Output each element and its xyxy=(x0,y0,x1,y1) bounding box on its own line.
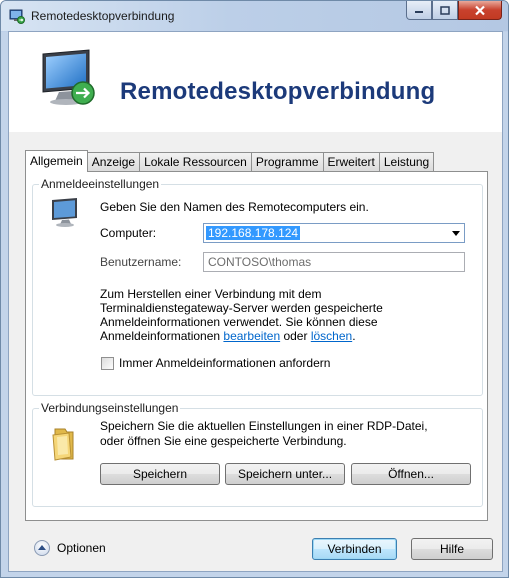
always-ask-checkbox[interactable] xyxy=(101,357,114,370)
logon-settings-group: Anmeldeeinstellungen Geben Sie den Namen… xyxy=(32,177,483,396)
username-label: Benutzername: xyxy=(100,255,182,269)
maximize-icon xyxy=(440,5,450,15)
tab-leistung[interactable]: Leistung xyxy=(378,152,435,171)
gateway-info-mid: oder xyxy=(280,329,311,343)
banner: Remotedesktopverbindung xyxy=(9,32,502,132)
tab-erweitert[interactable]: Erweitert xyxy=(322,152,380,171)
options-toggle-label[interactable]: Optionen xyxy=(57,541,106,556)
gateway-info-line-3: Anmeldeinformationen verwendet. Sie könn… xyxy=(100,315,378,329)
title-bar[interactable]: Remotedesktopverbindung xyxy=(1,1,508,31)
close-button[interactable] xyxy=(458,1,502,20)
dialog-client: Remotedesktopverbindung Allgemein Anzeig… xyxy=(8,31,503,572)
username-field[interactable]: CONTOSO\thomas xyxy=(203,252,465,272)
tabs-area: Allgemein Anzeige Lokale Ressourcen Prog… xyxy=(9,132,502,527)
gateway-info-suffix: . xyxy=(352,329,356,343)
connect-button[interactable]: Verbinden xyxy=(312,538,397,560)
open-button[interactable]: Öffnen... xyxy=(351,463,471,485)
minimize-button[interactable] xyxy=(406,1,432,20)
tab-allgemein[interactable]: Allgemein xyxy=(25,150,88,172)
computer-label: Computer: xyxy=(100,226,157,240)
caption-buttons xyxy=(406,1,502,21)
always-ask-label[interactable]: Immer Anmeldeinformationen anfordern xyxy=(119,356,330,371)
close-icon xyxy=(475,5,485,15)
logon-instruction: Geben Sie den Namen des Remotecomputers … xyxy=(100,200,369,214)
computer-value: 192.168.178.124 xyxy=(206,226,301,240)
tab-programme[interactable]: Programme xyxy=(250,152,324,171)
gateway-info-line-1: Zum Herstellen einer Verbindung mit dem xyxy=(100,287,322,301)
computer-monitor-icon xyxy=(52,198,77,227)
gateway-info-line-2: Terminaldienstegateway-Server werden ges… xyxy=(100,301,383,315)
connection-desc-line-1: Speichern Sie die aktuellen Einstellunge… xyxy=(100,419,428,433)
chevron-down-icon[interactable] xyxy=(452,231,460,236)
save-button[interactable]: Speichern xyxy=(100,463,220,485)
help-button[interactable]: Hilfe xyxy=(411,538,493,560)
tab-anzeige[interactable]: Anzeige xyxy=(86,152,141,171)
gateway-info-prefix: Anmeldeinformationen xyxy=(100,329,224,343)
connection-settings-legend: Verbindungseinstellungen xyxy=(39,401,181,415)
tab-strip: Allgemein Anzeige Lokale Ressourcen Prog… xyxy=(25,150,435,172)
logon-settings-legend: Anmeldeeinstellungen xyxy=(39,177,162,191)
connection-desc-line-2: oder öffnen Sie eine gespeicherte Verbin… xyxy=(100,434,347,448)
remote-desktop-icon xyxy=(9,9,25,24)
delete-credentials-link[interactable]: löschen xyxy=(311,329,352,343)
edit-credentials-link[interactable]: bearbeiten xyxy=(223,329,280,343)
window-title: Remotedesktopverbindung xyxy=(31,9,175,23)
connection-settings-group: Verbindungseinstellungen Speichern Sie d… xyxy=(32,401,483,507)
computer-combobox[interactable]: 192.168.178.124 xyxy=(203,223,465,243)
save-as-button[interactable]: Speichern unter... xyxy=(225,463,345,485)
username-value: CONTOSO\thomas xyxy=(208,255,312,269)
tab-lokale-ressourcen[interactable]: Lokale Ressourcen xyxy=(139,152,252,171)
minimize-icon xyxy=(415,11,423,13)
maximize-button[interactable] xyxy=(432,1,458,20)
gateway-info-line-4: Anmeldeinformationen bearbeiten oder lös… xyxy=(100,329,356,344)
folder-icon xyxy=(52,428,74,461)
dialog-footer: Optionen Verbinden Hilfe xyxy=(9,527,502,571)
chevron-up-icon[interactable] xyxy=(34,540,50,556)
remote-desktop-monitor-icon xyxy=(42,49,95,105)
tab-panel-allgemein: Anmeldeeinstellungen Geben Sie den Namen… xyxy=(25,171,488,521)
app-window: Remotedesktopverbindung Remotedesktopver… xyxy=(0,0,509,578)
banner-title: Remotedesktopverbindung xyxy=(120,78,436,105)
